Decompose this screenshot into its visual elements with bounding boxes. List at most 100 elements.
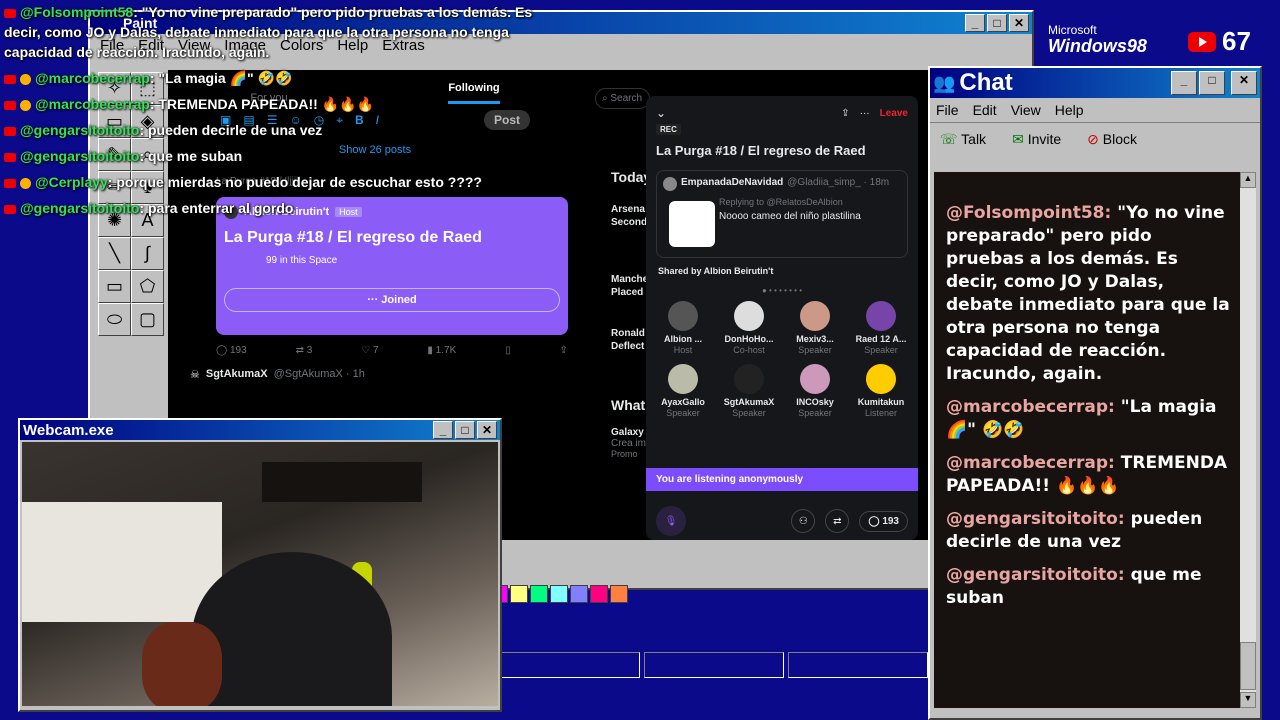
search-input[interactable]: ⌕ Search [595, 88, 650, 109]
microphone-icon[interactable]: 🎙 [656, 506, 686, 536]
overlay-text: : TREMENDA PAPEADA!! 🔥🔥🔥 [149, 96, 375, 112]
trend-item[interactable]: Ronald [611, 327, 650, 340]
chat-message: @gengarsitoitoito: que me suban [946, 564, 1230, 610]
speaker-tile[interactable]: INCOsky Speaker [782, 364, 848, 419]
minimize-button[interactable]: _ [965, 14, 985, 32]
chat-username[interactable]: @gengarsitoitoito: [946, 565, 1125, 585]
palette-swatch[interactable] [530, 585, 548, 603]
chat-toolbar: ☏ Talk ✉ Invite ⊘ Block [930, 122, 1260, 156]
palette-swatch[interactable] [510, 585, 528, 603]
line-icon[interactable]: ╲ [98, 237, 131, 270]
scroll-up-icon[interactable]: ▲ [1240, 172, 1256, 188]
palette-swatch[interactable] [610, 585, 628, 603]
avatar [800, 364, 830, 394]
scroll-thumb[interactable] [1240, 642, 1256, 690]
polygon-icon[interactable]: ⬠ [131, 270, 164, 303]
speaker-tile[interactable]: Kumitakun Listener [848, 364, 914, 419]
youtube-icon [4, 74, 16, 84]
overlay-chat-line: @gengarsitoitoito: que me suban [0, 146, 600, 166]
maximize-button[interactable]: □ [1199, 71, 1225, 95]
rectangle-icon[interactable]: ▭ [98, 270, 131, 303]
shelf-decor [22, 502, 222, 622]
retweet-icon[interactable]: ⇄ [825, 509, 850, 533]
close-button[interactable]: ✕ [1009, 14, 1029, 32]
chat-scrollbar[interactable]: ▲ ▼ [1240, 172, 1256, 708]
speaker-name: Albion ... [664, 334, 702, 344]
trend-item[interactable]: Deflect [611, 340, 650, 353]
joined-button[interactable]: ··· Joined [224, 288, 560, 312]
speaker-tile[interactable]: SgtAkumaX Speaker [716, 364, 782, 419]
overlay-chat-line: @gengarsitoitoito: pueden decirle de una… [0, 120, 600, 140]
speaker-tile[interactable]: Albion ... Host [650, 301, 716, 356]
trend-item[interactable]: Arsena [611, 203, 650, 216]
overlay-username: @gengarsitoitoito [20, 122, 140, 138]
maximize-button[interactable]: □ [455, 421, 475, 439]
palette-swatch[interactable] [570, 585, 588, 603]
trend-item[interactable]: Manche [611, 273, 650, 286]
comments-button[interactable]: ◯ 193 [859, 510, 908, 532]
menu-help[interactable]: Help [1055, 102, 1084, 118]
overlay-chat-line: @Cerplayy: porque mierdas no puedo dejar… [0, 172, 600, 192]
maximize-button[interactable]: □ [987, 14, 1007, 32]
close-button[interactable]: ✕ [477, 421, 497, 439]
leave-button[interactable]: Leave [880, 108, 908, 119]
avatar [800, 301, 830, 331]
chat-title: Chat [959, 69, 1013, 96]
rounded-rect-icon[interactable]: ▢ [131, 303, 164, 336]
ellipse-icon[interactable]: ⬭ [98, 303, 131, 336]
chat-window: 👥 Chat _ □ ✕ File Edit View Help ☏ Talk … [928, 66, 1262, 720]
like-button[interactable]: ♡ 7 [361, 345, 378, 356]
shared-by: Shared by Albion Beirutin't [658, 266, 774, 276]
chat-username[interactable]: @marcobecerrap: [946, 397, 1115, 417]
galaxy-item[interactable]: Galaxy [595, 427, 650, 438]
next-post-user[interactable]: SgtAkumaX [206, 368, 268, 381]
share-icon[interactable]: ⇪ [841, 108, 849, 119]
bookmark-icon[interactable]: ▯ [505, 345, 511, 356]
pinned-post[interactable]: EmpanadaDeNavidad @Gladiia_simp_ · 18m R… [656, 170, 908, 258]
trend-item[interactable]: Second [611, 216, 650, 229]
status-panel [500, 652, 640, 678]
speaker-tile[interactable]: Mexiv3... Speaker [782, 301, 848, 356]
menu-file[interactable]: File [936, 102, 959, 118]
palette-swatch[interactable] [550, 585, 568, 603]
menu-view[interactable]: View [1011, 102, 1041, 118]
chat-people-icon: 👥 [933, 72, 956, 93]
menu-edit[interactable]: Edit [973, 102, 997, 118]
status-panel [644, 652, 784, 678]
block-button[interactable]: ⊘ Block [1087, 131, 1137, 148]
minimize-button[interactable]: _ [433, 421, 453, 439]
minimize-button[interactable]: _ [1171, 71, 1197, 95]
carousel-dots: ● • • • • • • • [762, 286, 802, 295]
speaker-tile[interactable]: AyaxGallo Speaker [650, 364, 716, 419]
share-icon[interactable]: ⇪ [560, 345, 568, 356]
speaker-role: Speaker [798, 345, 832, 355]
chat-message: @gengarsitoitoito: pueden decirle de una… [946, 508, 1230, 554]
curve-icon[interactable]: ∫ [131, 237, 164, 270]
overlay-text: : "Yo no vine preparado" pero pido prueb… [133, 4, 533, 20]
chat-username[interactable]: @gengarsitoitoito: [946, 509, 1125, 529]
palette-swatch[interactable] [590, 585, 608, 603]
invite-button[interactable]: ✉ Invite [1012, 131, 1061, 148]
speaker-tile[interactable]: Raed 12 A... Speaker [848, 301, 914, 356]
avatar [668, 364, 698, 394]
talk-button[interactable]: ☏ Talk [940, 131, 986, 148]
chat-message: @marcobecerrap: "La magia 🌈" 🤣🤣 [946, 396, 1230, 442]
more-icon[interactable]: ··· [860, 108, 870, 119]
chevron-down-icon[interactable]: ⌄ [656, 106, 666, 120]
trend-item[interactable]: Placed [611, 286, 650, 299]
avatar [734, 364, 764, 394]
speaker-tile[interactable]: DonHoHo... Co-host [716, 301, 782, 356]
overlay-username: @Cerplayy [35, 174, 108, 190]
webcam-window: Webcam.exe _ □ ✕ [18, 418, 502, 712]
close-button[interactable]: ✕ [1231, 71, 1257, 95]
chat-username[interactable]: @marcobecerrap: [946, 453, 1115, 473]
skull-avatar-icon: ☠ [190, 369, 200, 381]
reply-button[interactable]: ◯ 193 [216, 345, 247, 356]
overlay-username: @marcobecerrap [35, 70, 150, 86]
retweet-button[interactable]: ⇄ 3 [296, 345, 313, 356]
people-icon[interactable]: ⚇ [791, 509, 816, 533]
chat-username[interactable]: @Folsompoint58: [946, 203, 1111, 223]
scroll-down-icon[interactable]: ▼ [1240, 692, 1256, 708]
overlay-chat-line: @marcobecerrap: TREMENDA PAPEADA!! 🔥🔥🔥 [0, 94, 600, 114]
views-button[interactable]: ▮ 1.7K [427, 345, 456, 356]
